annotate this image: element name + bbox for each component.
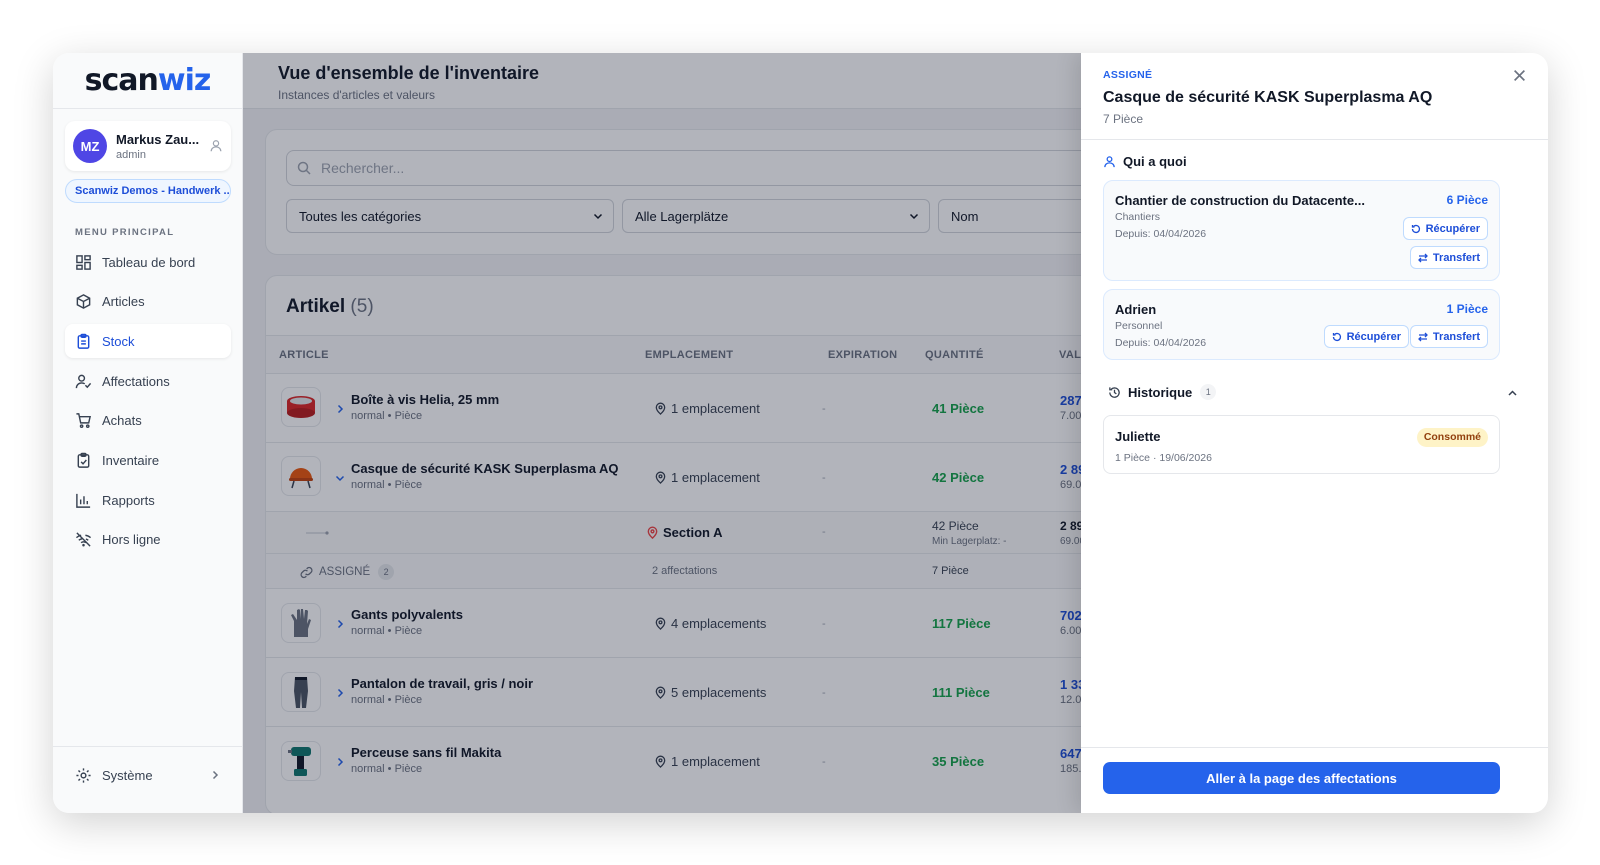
history-toggle[interactable]: Historique 1 — [1108, 384, 1217, 400]
holder-name[interactable]: Adrien — [1115, 302, 1156, 317]
user-card[interactable]: MZ Markus Zau... admin — [65, 121, 231, 171]
transfer-label: Transfert — [1432, 251, 1480, 264]
nav-item-systeme[interactable]: Système — [65, 758, 231, 792]
nav-item-achats[interactable]: Achats — [65, 404, 231, 438]
gear-icon — [76, 767, 91, 783]
chevron-up-icon[interactable] — [1507, 388, 1518, 399]
nav-item-stock[interactable]: Stock — [65, 324, 231, 359]
box-icon — [76, 294, 91, 310]
history-icon — [1109, 386, 1120, 398]
clipboard-icon — [77, 333, 90, 349]
drawer-header: ASSIGNÉ Casque de sécurité KASK Superpla… — [1081, 53, 1548, 140]
section-title-text: Qui a quoi — [1123, 154, 1187, 169]
nav-label-articles: Articles — [102, 294, 145, 310]
drawer-status: ASSIGNÉ — [1103, 69, 1153, 81]
scanwiz-logo[interactable]: scan wiz — [53, 53, 242, 109]
recover-label: Récupérer — [1425, 222, 1480, 235]
nav-item-dashboard[interactable]: Tableau de bord — [65, 245, 231, 279]
assignment-drawer: ASSIGNÉ Casque de sécurité KASK Superpla… — [1081, 53, 1548, 813]
rotate-ccw-icon — [1332, 332, 1341, 341]
dashboard-icon — [76, 254, 91, 270]
history-count-badge: 1 — [1200, 384, 1217, 400]
wifi-off-icon — [75, 532, 92, 547]
drawer-title: Casque de sécurité KASK Superplasma AQ — [1103, 89, 1433, 106]
nav-label-inventaire: Inventaire — [102, 452, 160, 468]
holder-category: Personnel — [1115, 320, 1163, 332]
logo-text-wiz: wiz — [157, 63, 211, 98]
app-window: scan wiz MZ Markus Zau... admin Scanwiz D… — [53, 53, 1548, 813]
avatar: MZ — [73, 129, 107, 163]
recover-button[interactable]: Récupérer — [1323, 325, 1409, 348]
holder-quantity: 1 Pièce — [1446, 302, 1488, 316]
transfer-label: Transfert — [1432, 330, 1480, 343]
rotate-ccw-icon — [1411, 224, 1420, 233]
holder-since: Depuis: 04/04/2026 — [1115, 337, 1207, 349]
user-icon — [1104, 156, 1115, 168]
nav-item-hors-ligne[interactable]: Hors ligne — [65, 523, 231, 557]
drawer-footer — [1081, 747, 1548, 748]
sidebar: scan wiz MZ Markus Zau... admin Scanwiz D… — [53, 53, 243, 813]
holder-name[interactable]: Chantier de construction du Datacente... — [1115, 193, 1365, 208]
tenant-selector[interactable]: Scanwiz Demos - Handwerk ... — [65, 179, 231, 203]
history-entry: Juliette 1 Pièce · 19/06/2026 Consommé — [1103, 415, 1500, 474]
nav-label-stock: Stock — [102, 333, 135, 349]
holder-card: Chantier de construction du Datacente...… — [1103, 180, 1500, 281]
section-who-has-what: Qui a quoi — [1103, 154, 1187, 169]
holder-card: Adrien Personnel Depuis: 04/04/2026 1 Pi… — [1103, 289, 1500, 360]
cart-icon — [76, 413, 92, 429]
nav-item-inventaire[interactable]: Inventaire — [65, 443, 231, 477]
history-title: Historique — [1128, 384, 1193, 400]
bar-chart-icon — [76, 493, 91, 508]
nav-item-rapports[interactable]: Rapports — [65, 483, 231, 517]
holder-quantity: 6 Pièce — [1446, 193, 1488, 207]
recover-button[interactable]: Récupérer — [1402, 217, 1488, 240]
nav-item-affectations[interactable]: Affectations — [65, 364, 231, 398]
nav-label-hors-ligne: Hors ligne — [102, 532, 161, 548]
go-to-affectations-button[interactable]: Aller à la page des affectations — [1103, 762, 1500, 794]
user-check-icon — [75, 374, 92, 388]
nav-label-systeme: Système — [102, 767, 153, 783]
nav-item-articles[interactable]: Articles — [65, 285, 231, 319]
status-badge: Consommé — [1416, 428, 1488, 447]
history-entry-meta: 1 Pièce · 19/06/2026 — [1115, 452, 1212, 464]
transfer-button[interactable]: Transfert — [1409, 246, 1488, 269]
logo-text-scan: scan — [84, 63, 159, 98]
nav-label-dashboard: Tableau de bord — [102, 254, 196, 270]
transfer-icon — [1418, 332, 1428, 341]
nav-label-affectations: Affectations — [102, 373, 170, 389]
holder-category: Chantiers — [1115, 211, 1160, 223]
transfer-button[interactable]: Transfert — [1409, 325, 1488, 348]
user-name: Markus Zau... — [116, 131, 200, 147]
transfer-icon — [1418, 253, 1428, 262]
close-icon[interactable] — [1513, 69, 1526, 82]
user-icon — [210, 140, 222, 152]
modal-backdrop[interactable] — [243, 53, 1081, 813]
nav-label-rapports: Rapports — [102, 492, 155, 508]
sidebar-divider — [53, 746, 243, 747]
clipboard-check-icon — [77, 452, 90, 468]
history-entry-name: Juliette — [1115, 429, 1161, 444]
menu-title: MENU PRINCIPAL — [75, 227, 175, 238]
user-role: admin — [116, 148, 146, 161]
chevron-right-icon — [212, 770, 219, 780]
holder-since: Depuis: 04/04/2026 — [1115, 228, 1207, 240]
main-nav: Tableau de bord Articles Stock Affectati… — [65, 245, 231, 563]
drawer-quantity: 7 Pièce — [1103, 112, 1144, 126]
recover-label: Récupérer — [1346, 330, 1401, 343]
nav-label-achats: Achats — [102, 413, 142, 429]
